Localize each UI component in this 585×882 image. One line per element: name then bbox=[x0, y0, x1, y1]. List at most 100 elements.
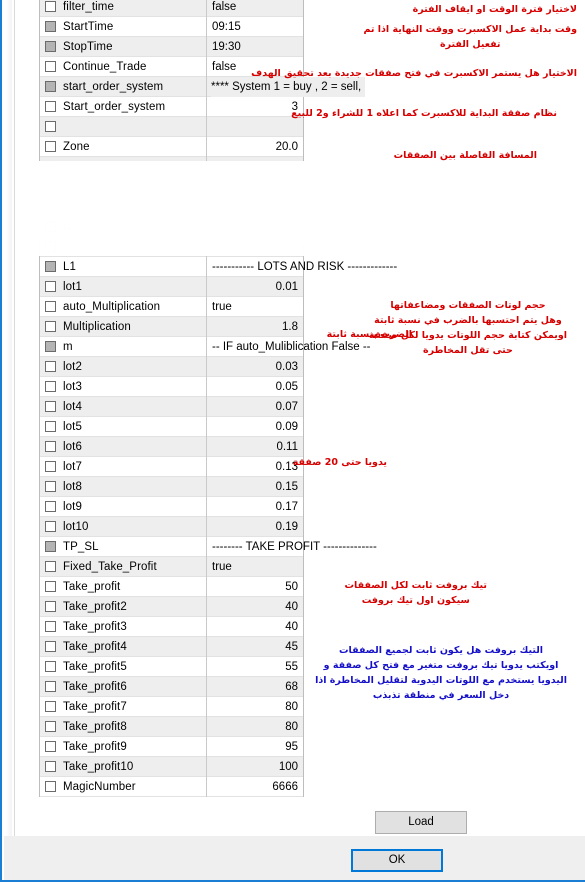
checkbox-icon[interactable] bbox=[45, 781, 56, 792]
checkbox-icon[interactable] bbox=[45, 81, 56, 92]
parameter-row[interactable] bbox=[40, 156, 303, 177]
checkbox-icon[interactable] bbox=[45, 221, 56, 232]
parameter-row[interactable]: filter_time false bbox=[40, 0, 303, 17]
parameter-value[interactable]: 1 bbox=[206, 176, 303, 197]
parameter-row[interactable]: TP_SL -------- TAKE PROFIT -------------- bbox=[40, 536, 377, 557]
parameter-row[interactable]: Take_profit8 80 bbox=[40, 716, 303, 737]
parameter-row[interactable]: lot2 0.03 bbox=[40, 356, 303, 377]
parameter-row[interactable]: close 0 bbox=[40, 216, 303, 237]
parameter-value[interactable]: 45 bbox=[206, 636, 303, 657]
parameter-row[interactable]: Fixed_Take_Profit true bbox=[40, 556, 303, 577]
parameter-row[interactable] bbox=[40, 236, 303, 257]
ok-button[interactable]: OK bbox=[351, 849, 443, 872]
checkbox-icon[interactable] bbox=[45, 421, 56, 432]
checkbox-icon[interactable] bbox=[45, 541, 56, 552]
parameter-row[interactable] bbox=[40, 116, 303, 137]
checkbox-icon[interactable] bbox=[45, 501, 56, 512]
checkbox-icon[interactable] bbox=[45, 341, 56, 352]
parameter-row[interactable]: lot4 0.07 bbox=[40, 396, 303, 417]
parameter-value[interactable]: 09:15 bbox=[206, 16, 303, 37]
checkbox-icon[interactable] bbox=[45, 41, 56, 52]
checkbox-icon[interactable] bbox=[45, 241, 56, 252]
parameter-value[interactable]: ----------- LOTS AND RISK ------------- bbox=[206, 256, 397, 277]
parameter-value[interactable] bbox=[206, 196, 303, 217]
parameter-row[interactable]: lot1 0.01 bbox=[40, 276, 303, 297]
parameter-row[interactable]: StopTime 19:30 bbox=[40, 36, 303, 57]
parameter-value[interactable]: 0.01 bbox=[206, 276, 303, 297]
parameter-value[interactable]: 6666 bbox=[206, 776, 303, 797]
parameter-value[interactable]: 19:30 bbox=[206, 36, 303, 57]
parameter-row[interactable]: lot5 0.09 bbox=[40, 416, 303, 437]
parameter-row[interactable]: Take_profit 50 bbox=[40, 576, 303, 597]
parameter-value[interactable]: 40 bbox=[206, 616, 303, 637]
parameter-value[interactable]: 0.05 bbox=[206, 376, 303, 397]
parameter-value[interactable]: 0.17 bbox=[206, 496, 303, 517]
parameter-row[interactable]: Start_order_system 3 bbox=[40, 96, 303, 117]
parameter-value[interactable]: 3 bbox=[206, 96, 303, 117]
parameter-row[interactable]: m -- IF auto_Muliblication False -- bbox=[40, 336, 371, 357]
checkbox-icon[interactable] bbox=[45, 161, 56, 172]
checkbox-icon[interactable] bbox=[45, 301, 56, 312]
parameter-row[interactable]: Take_profit2 40 bbox=[40, 596, 303, 617]
checkbox-icon[interactable] bbox=[45, 561, 56, 572]
parameter-value[interactable]: 0.15 bbox=[206, 476, 303, 497]
parameter-value[interactable]: 0.03 bbox=[206, 356, 303, 377]
checkbox-icon[interactable] bbox=[45, 21, 56, 32]
checkbox-icon[interactable] bbox=[45, 601, 56, 612]
parameter-row[interactable]: 1 bbox=[40, 176, 303, 197]
parameter-value[interactable]: true bbox=[206, 556, 303, 577]
parameter-value[interactable]: 0.07 bbox=[206, 396, 303, 417]
parameter-value[interactable]: 0.13 bbox=[206, 456, 303, 477]
parameter-row[interactable]: lot7 0.13 bbox=[40, 456, 303, 477]
parameter-value[interactable]: true bbox=[206, 296, 303, 317]
parameter-row[interactable]: Multiplication 1.8 bbox=[40, 316, 303, 337]
parameter-value[interactable]: 95 bbox=[206, 736, 303, 757]
checkbox-icon[interactable] bbox=[45, 761, 56, 772]
parameter-row[interactable]: lot3 0.05 bbox=[40, 376, 303, 397]
checkbox-icon[interactable] bbox=[45, 581, 56, 592]
parameter-value[interactable]: -------- TAKE PROFIT -------------- bbox=[206, 536, 377, 557]
parameter-row[interactable]: Take_profit5 55 bbox=[40, 656, 303, 677]
parameter-value[interactable]: 40 bbox=[206, 596, 303, 617]
parameter-value[interactable]: 0.19 bbox=[206, 516, 303, 537]
checkbox-icon[interactable] bbox=[45, 741, 56, 752]
parameter-row[interactable]: auto_Multiplication true bbox=[40, 296, 303, 317]
checkbox-icon[interactable] bbox=[45, 361, 56, 372]
checkbox-icon[interactable] bbox=[45, 281, 56, 292]
parameter-row[interactable]: StartTime 09:15 bbox=[40, 16, 303, 37]
parameter-row[interactable]: Take_profit6 68 bbox=[40, 676, 303, 697]
checkbox-icon[interactable] bbox=[45, 321, 56, 332]
parameter-row[interactable]: MagicNumber 6666 bbox=[40, 776, 303, 797]
parameter-value[interactable] bbox=[206, 116, 303, 137]
parameter-value[interactable]: 50 bbox=[206, 576, 303, 597]
parameter-row[interactable]: lot8 0.15 bbox=[40, 476, 303, 497]
parameter-value[interactable] bbox=[206, 156, 303, 177]
parameter-value[interactable]: -- IF auto_Muliblication False -- bbox=[206, 336, 371, 357]
parameter-row[interactable]: Take_profit9 95 bbox=[40, 736, 303, 757]
checkbox-icon[interactable] bbox=[45, 641, 56, 652]
parameter-row[interactable]: Take_profit4 45 bbox=[40, 636, 303, 657]
checkbox-icon[interactable] bbox=[45, 481, 56, 492]
parameter-row[interactable] bbox=[40, 196, 303, 217]
parameter-value[interactable] bbox=[206, 236, 303, 257]
parameter-value[interactable]: 68 bbox=[206, 676, 303, 697]
parameter-value[interactable]: 0.09 bbox=[206, 416, 303, 437]
parameter-value[interactable]: 0.11 bbox=[206, 436, 303, 457]
checkbox-icon[interactable] bbox=[45, 621, 56, 632]
load-button[interactable]: Load bbox=[375, 811, 467, 834]
parameter-value[interactable]: 55 bbox=[206, 656, 303, 677]
parameter-value[interactable]: 80 bbox=[206, 716, 303, 737]
checkbox-icon[interactable] bbox=[45, 201, 56, 212]
checkbox-icon[interactable] bbox=[45, 721, 56, 732]
parameter-row[interactable]: Take_profit10 100 bbox=[40, 756, 303, 777]
checkbox-icon[interactable] bbox=[45, 261, 56, 272]
checkbox-icon[interactable] bbox=[45, 61, 56, 72]
checkbox-icon[interactable] bbox=[45, 381, 56, 392]
checkbox-icon[interactable] bbox=[45, 141, 56, 152]
checkbox-icon[interactable] bbox=[45, 401, 56, 412]
checkbox-icon[interactable] bbox=[45, 701, 56, 712]
checkbox-icon[interactable] bbox=[45, 461, 56, 472]
parameter-row[interactable]: L1 ----------- LOTS AND RISK ------------… bbox=[40, 256, 397, 277]
parameter-value[interactable]: 0 bbox=[206, 216, 303, 237]
parameter-row[interactable]: Take_profit7 80 bbox=[40, 696, 303, 717]
